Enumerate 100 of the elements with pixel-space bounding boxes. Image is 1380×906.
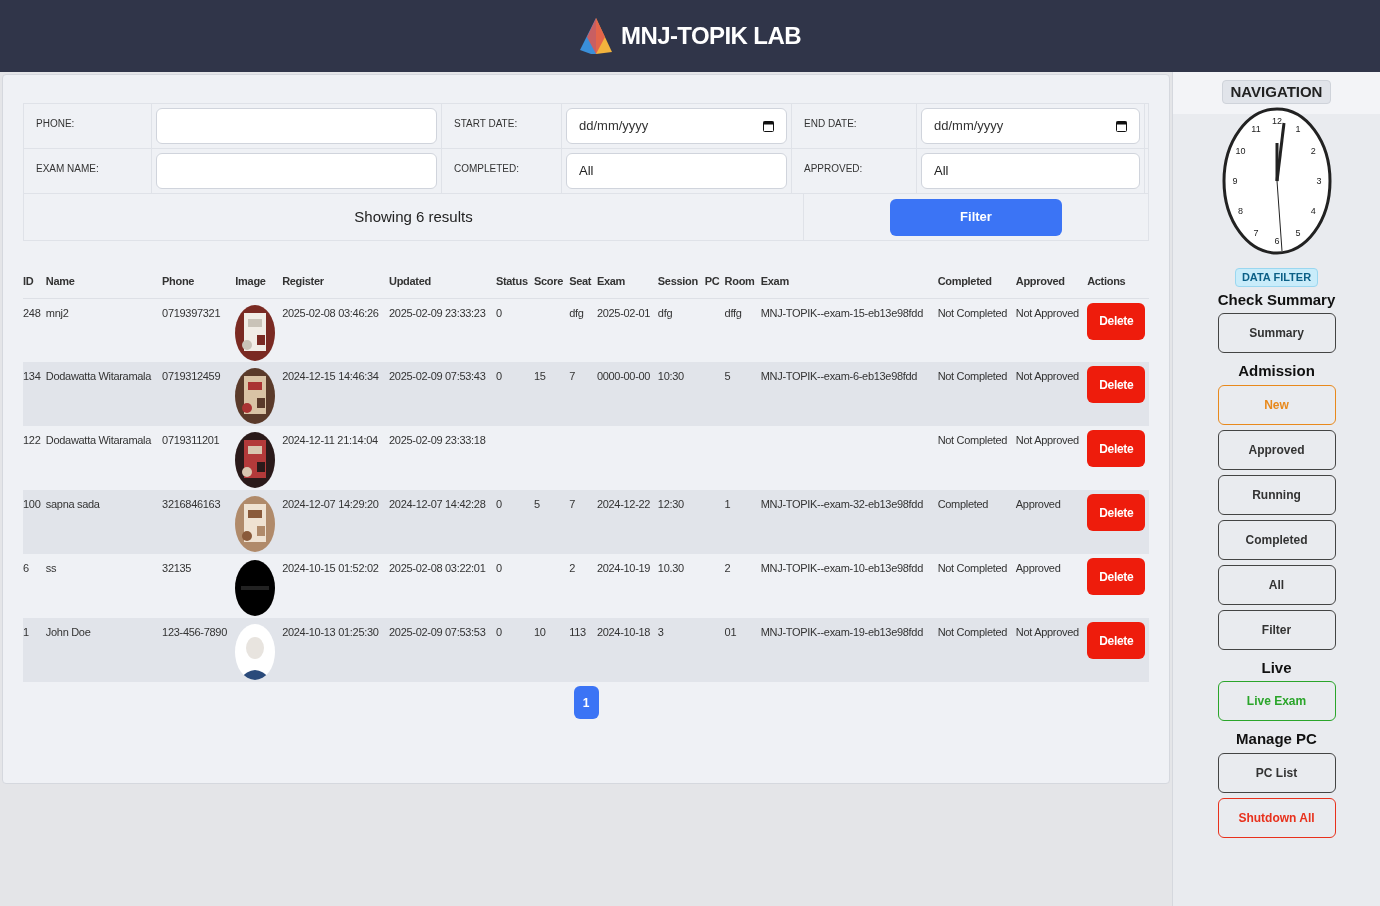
table-cell: 123-456-7890 — [162, 626, 227, 638]
table-cell: 32135 — [162, 562, 192, 574]
table-cell: John Doe — [45, 626, 91, 638]
table-cell: MNJ-TOPIK--exam-15-eb13e98fdd — [760, 306, 923, 319]
table-cell: 0 — [495, 370, 502, 382]
table-cell: 2025-02-01 — [596, 306, 651, 319]
nav-button[interactable]: Summary — [1217, 313, 1336, 353]
filter-button[interactable]: Filter — [890, 198, 1062, 236]
table-cell: 2025-02-09 07:53:53 — [389, 626, 486, 638]
table-cell: Dodawatta Witaramala — [45, 434, 152, 446]
column-header: Phone — [162, 275, 195, 287]
delete-button[interactable]: Delete — [1087, 430, 1146, 467]
table-cell: 134 — [23, 370, 41, 382]
table-cell: MNJ-TOPIK--exam-19-eb13e98fdd — [760, 626, 923, 638]
text-field[interactable] — [156, 153, 437, 189]
nav-button[interactable]: Shutdown All — [1217, 797, 1336, 838]
table-cell: Not Approved — [1015, 370, 1079, 382]
table-cell: dffg — [724, 306, 742, 319]
date-field[interactable]: dd/mm/yyyy — [921, 108, 1140, 144]
column-header: ID — [23, 275, 34, 287]
table-cell: Approved — [1015, 562, 1061, 574]
nav-button[interactable]: Running — [1217, 474, 1336, 515]
table-cell: 2024-10-18 — [596, 626, 651, 638]
table-cell: 0 — [495, 306, 502, 319]
column-header: Exam — [596, 275, 626, 287]
table-cell: dfg — [657, 306, 673, 319]
field-label: EXAM NAME: — [36, 163, 99, 174]
table-cell: 3 — [657, 626, 664, 638]
table-cell: 2024-12-15 14:46:34 — [282, 370, 379, 382]
table-cell: 2025-02-09 23:33:23 — [389, 306, 486, 319]
text-field[interactable] — [156, 108, 437, 144]
table-cell: ss — [45, 562, 57, 574]
table-cell: 15 — [534, 370, 546, 382]
table-cell: Not Completed — [937, 370, 1008, 382]
table-cell: 2024-12-11 21:14:04 — [282, 434, 378, 446]
date-field[interactable]: dd/mm/yyyy — [566, 108, 787, 144]
table-cell: Not Approved — [1015, 626, 1079, 638]
field-label: START DATE: — [454, 118, 518, 129]
table-cell: 10 — [534, 626, 546, 638]
table-cell: 248 — [23, 306, 41, 319]
table-cell: Not Completed — [937, 562, 1008, 574]
column-header: Updated — [389, 275, 431, 287]
table-cell: Not Completed — [937, 626, 1008, 638]
table-cell: Completed — [937, 498, 989, 510]
column-header: Actions — [1087, 275, 1126, 287]
table-cell: 0000-00-00 — [596, 370, 651, 382]
delete-button[interactable]: Delete — [1087, 302, 1146, 340]
table-cell: mnj2 — [45, 306, 69, 319]
nav-button[interactable]: Completed — [1217, 519, 1336, 560]
table-cell: 0719312459 — [162, 370, 221, 382]
nav-button[interactable]: Filter — [1217, 609, 1336, 650]
table-cell: 0719311201 — [162, 434, 220, 446]
table-cell: Not Completed — [937, 434, 1008, 446]
table-cell: 7 — [569, 370, 575, 382]
table-cell: 1 — [23, 626, 29, 638]
nav-button[interactable]: PC List — [1217, 752, 1336, 793]
calendar-icon — [1116, 120, 1127, 132]
table-cell: 7 — [569, 498, 575, 510]
field-label: END DATE: — [804, 118, 857, 129]
delete-button[interactable]: Delete — [1087, 622, 1146, 659]
table-cell: 6 — [23, 562, 29, 574]
select-field[interactable]: All — [566, 153, 787, 189]
logo-icon — [579, 17, 614, 55]
table-cell: 3216846163 — [162, 498, 221, 510]
column-header: Completed — [937, 275, 992, 287]
table-cell: 10.30 — [657, 562, 684, 574]
table-cell: 10:30 — [657, 370, 684, 382]
table-cell: dfg — [569, 306, 584, 319]
table-cell: sapna sada — [45, 498, 100, 510]
select-field[interactable]: All — [921, 153, 1140, 189]
table-cell: 2 — [724, 562, 731, 574]
table-cell: 0 — [495, 562, 502, 574]
nav-button[interactable]: All — [1217, 564, 1336, 605]
field-label: COMPLETED: — [454, 163, 519, 174]
table-cell: 2024-10-19 — [596, 562, 651, 574]
field-label: PHONE: — [36, 118, 75, 129]
table-cell: 2024-10-15 01:52:02 — [282, 562, 379, 574]
delete-button[interactable]: Delete — [1087, 558, 1146, 595]
table-cell: Dodawatta Witaramala — [45, 370, 152, 382]
table-cell: 2024-10-13 01:25:30 — [282, 626, 379, 638]
delete-button[interactable]: Delete — [1087, 366, 1146, 403]
table-cell: 12:30 — [657, 498, 684, 510]
table-cell: 1 — [724, 498, 731, 510]
table-cell: 2025-02-09 23:33:18 — [389, 434, 486, 446]
table-cell: 0719397321 — [162, 306, 221, 319]
delete-button[interactable]: Delete — [1087, 494, 1146, 531]
column-header: Exam — [760, 275, 789, 287]
date-placeholder: dd/mm/yyyy — [934, 117, 1004, 136]
table-cell: 2025-02-09 07:53:43 — [389, 370, 486, 382]
table-cell: 113 — [569, 626, 586, 638]
date-placeholder: dd/mm/yyyy — [579, 117, 649, 136]
table-cell: 100 — [23, 498, 41, 510]
table-cell: MNJ-TOPIK--exam-6-eb13e98fdd — [760, 370, 918, 382]
column-header: Approved — [1015, 275, 1065, 287]
table-cell: 2024-12-22 — [596, 498, 651, 510]
page-button[interactable]: 1 — [573, 686, 599, 719]
table-cell: Not Approved — [1015, 434, 1079, 446]
nav-button[interactable]: Approved — [1217, 429, 1336, 470]
table-cell: 0 — [495, 498, 502, 510]
table-cell: Approved — [1015, 498, 1061, 510]
